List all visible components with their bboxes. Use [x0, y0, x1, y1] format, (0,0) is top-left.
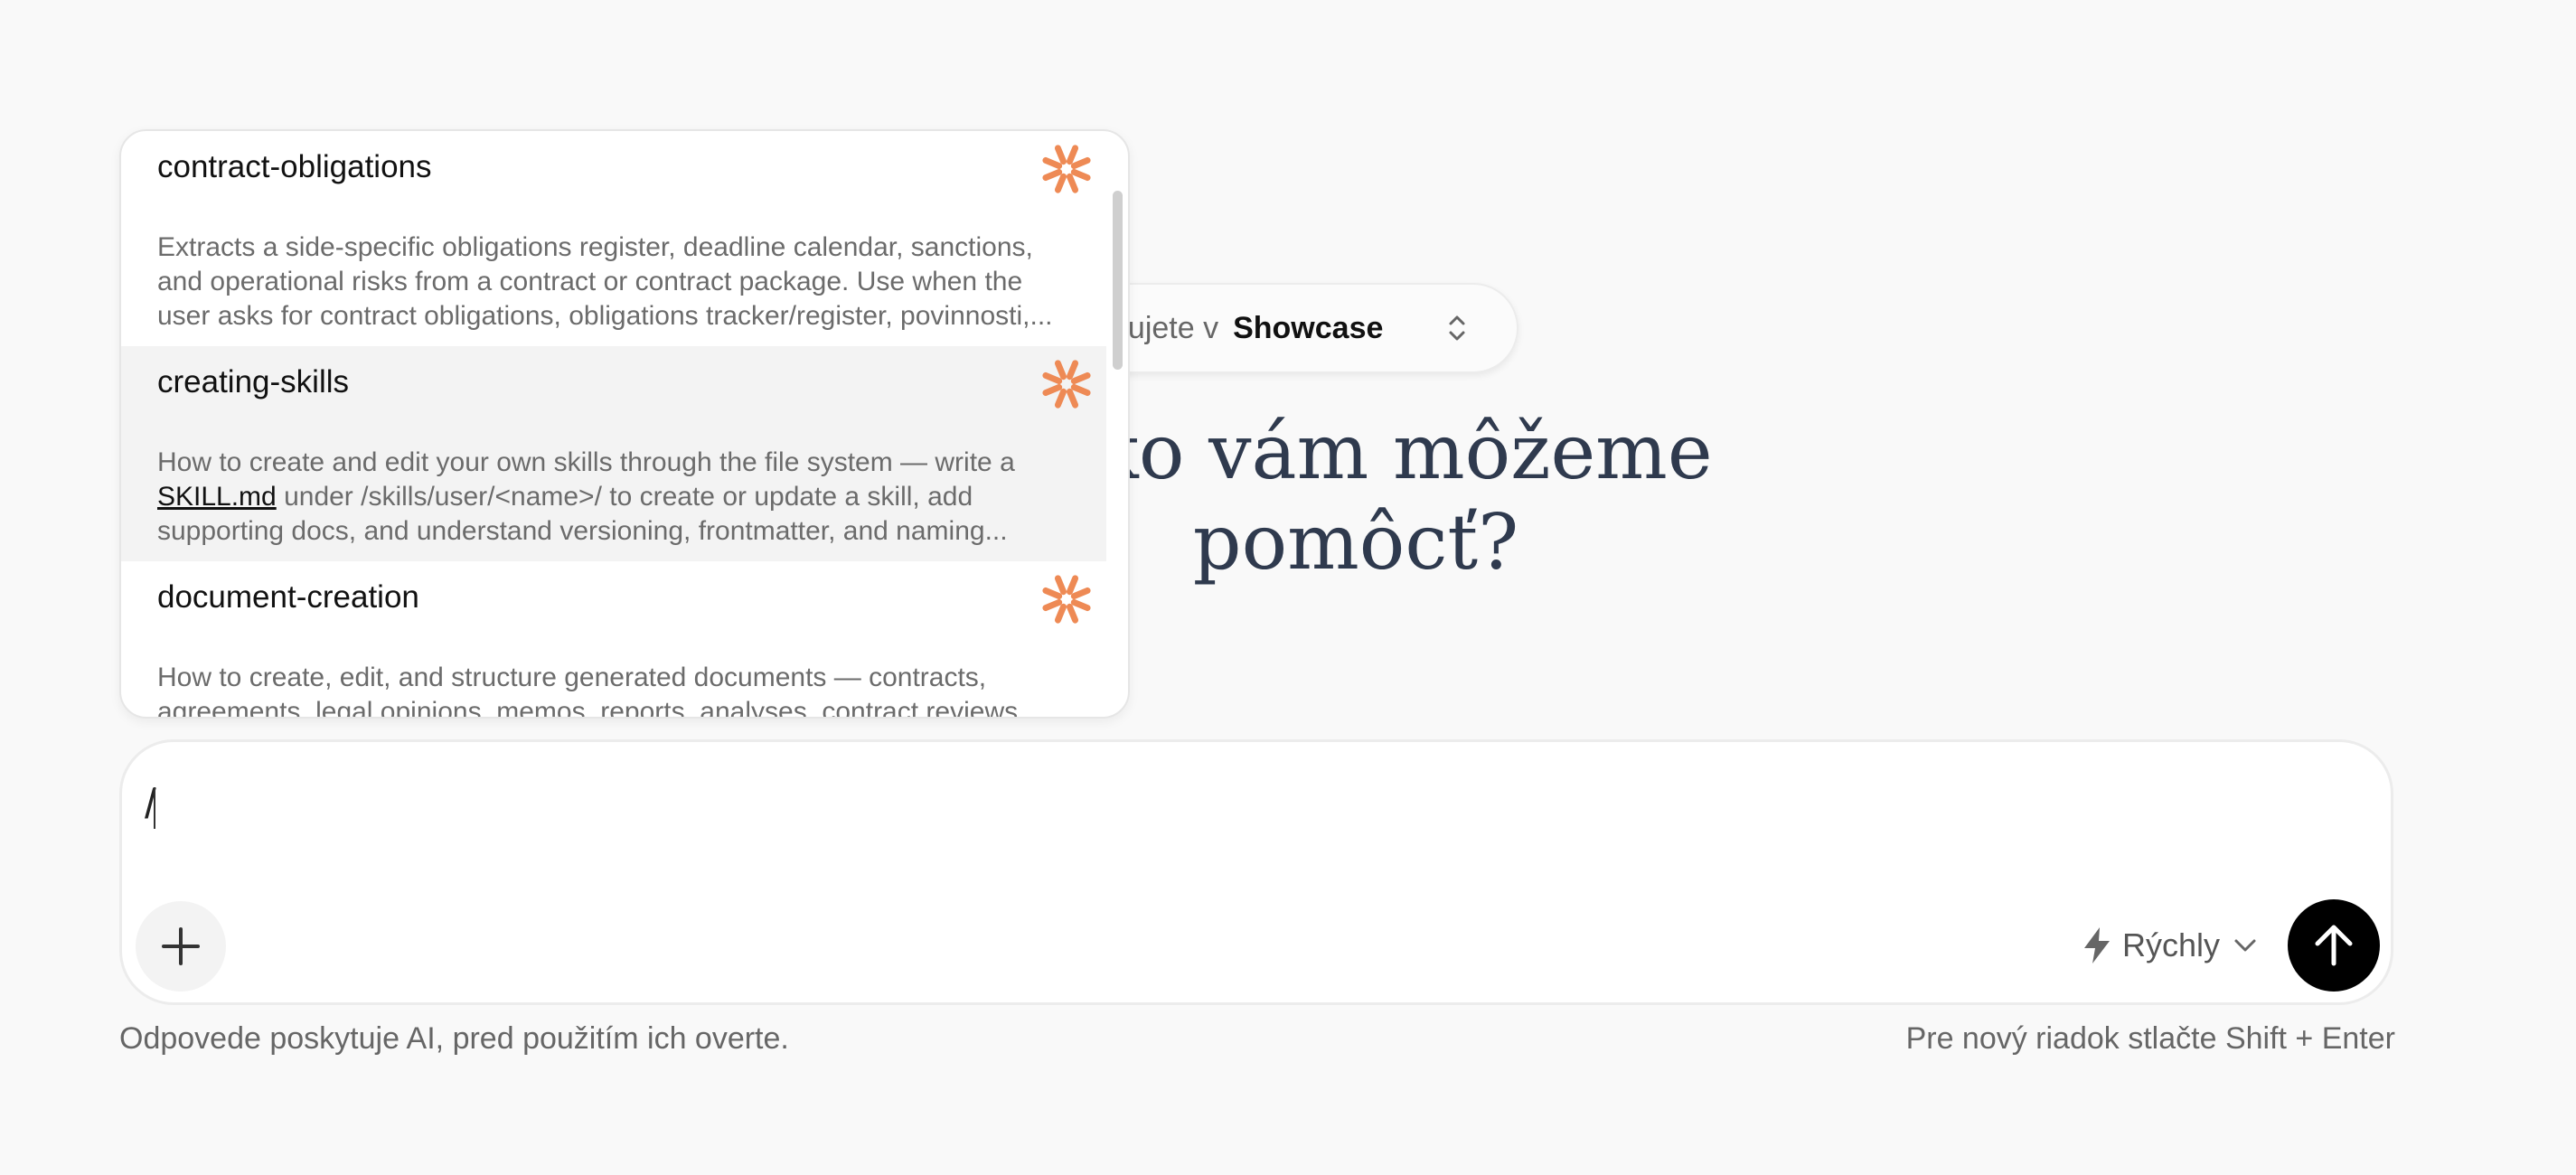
skill-description: How to create and edit your own skills t… [157, 447, 1015, 546]
page-title-line2: pomôcť? [1192, 498, 1519, 587]
asterisk-logo-icon [1042, 360, 1091, 409]
skill-item-contract-obligations[interactable]: contract-obligations Extracts a side-spe… [121, 131, 1106, 346]
newline-hint: Pre nový riadok stlačte Shift + Enter [1905, 1021, 2395, 1056]
add-attachment-button[interactable] [136, 901, 226, 992]
asterisk-logo-icon [1042, 145, 1091, 193]
skill-item-creating-skills[interactable]: creating-skills How to create and edit y… [121, 346, 1106, 561]
arrow-up-icon [2315, 925, 2353, 966]
skill-description: Extracts a side-specific obligations reg… [157, 232, 1053, 331]
skill-name: document-creation [157, 579, 419, 615]
plus-icon [162, 927, 200, 965]
lightning-icon [2084, 927, 2110, 964]
send-button[interactable] [2288, 899, 2380, 992]
chevron-up-down-icon [1449, 315, 1465, 341]
skill-description: How to create, edit, and structure gener… [157, 663, 1026, 719]
skill-md-link[interactable]: SKILL.md [157, 482, 277, 512]
skills-dropdown[interactable]: contract-obligations Extracts a side-spe… [119, 129, 1130, 719]
chevron-down-icon [2234, 939, 2256, 952]
message-composer[interactable] [119, 739, 2393, 1005]
ai-disclaimer: Odpovede poskytuje AI, pred použitím ich… [119, 1021, 789, 1056]
skill-name: creating-skills [157, 364, 349, 400]
model-selector[interactable]: Rýchly [2081, 922, 2258, 969]
skill-name: contract-obligations [157, 149, 432, 184]
dropdown-scrollbar[interactable] [1113, 191, 1123, 370]
asterisk-logo-icon [1042, 575, 1091, 624]
text-caret [154, 787, 155, 829]
chat-start-page: acujete v Showcase , ako vám môžeme pomô… [0, 0, 2576, 1175]
workspace-name: Showcase [1233, 310, 1384, 345]
skill-item-document-creation[interactable]: document-creation How to create, edit, a… [121, 561, 1106, 719]
model-label: Rýchly [2122, 926, 2221, 964]
